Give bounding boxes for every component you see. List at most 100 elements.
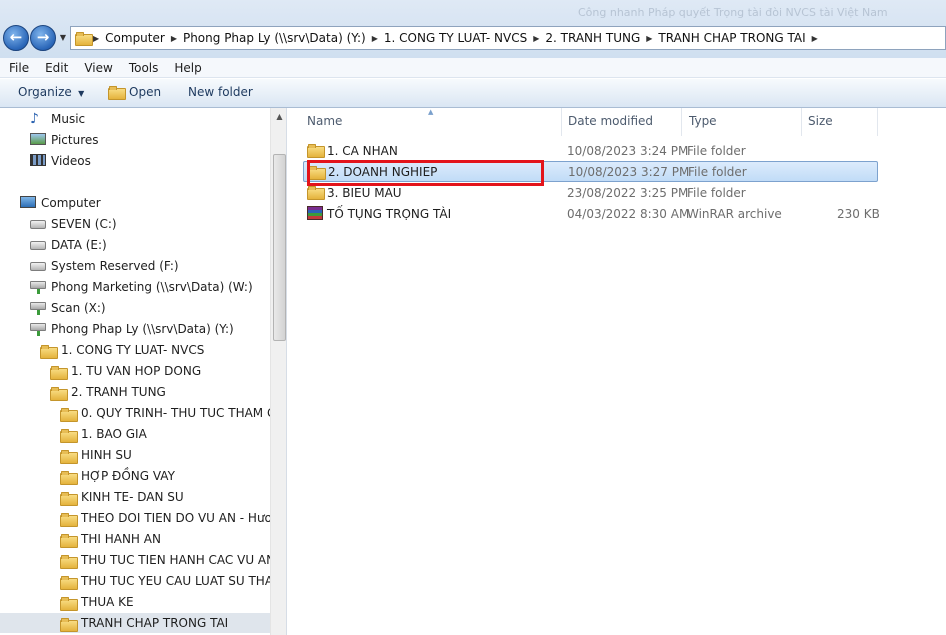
folder-icon: [60, 469, 78, 485]
nav-item[interactable]: DATA (E:): [30, 235, 107, 255]
nav-item[interactable]: THI HANH AN: [60, 529, 161, 549]
nav-item-label: 0. QUY TRINH- THU TUC THAM GIA: [81, 406, 287, 420]
recent-pages-button[interactable]: ▼: [58, 31, 68, 45]
network-drive-icon: [30, 322, 46, 336]
chevron-right-icon[interactable]: ▶: [169, 34, 179, 43]
nav-item[interactable]: TRANH CHAP TRONG TAI: [0, 613, 270, 633]
nav-item-label: THU TUC TIEN HANH CAC VU AN D: [81, 553, 287, 567]
nav-item-label: DATA (E:): [51, 238, 107, 252]
nav-item[interactable]: 0. QUY TRINH- THU TUC THAM GIA: [60, 403, 287, 423]
column-header-type[interactable]: Type: [689, 114, 717, 128]
nav-item[interactable]: System Reserved (F:): [30, 256, 179, 276]
nav-item[interactable]: ♪ Music: [30, 109, 85, 129]
nav-scrollbar[interactable]: ▲: [270, 108, 286, 635]
chevron-right-icon[interactable]: ▶: [644, 34, 654, 43]
window-title: Công nhanh Pháp quyết Trọng tài đòi NVCS…: [578, 6, 888, 19]
nav-item[interactable]: Computer: [20, 193, 101, 213]
nav-item[interactable]: THU TUC TIEN HANH CAC VU AN D: [60, 550, 287, 570]
folder-icon: [60, 427, 78, 443]
organize-button[interactable]: Organize ▼: [18, 85, 84, 99]
winrar-archive-icon: [307, 206, 323, 220]
nav-item-label: Scan (X:): [51, 301, 106, 315]
navigation-pane: ♪ Music Pictures Videos Computer SEVEN (C:) DA…: [0, 108, 287, 635]
folder-icon: [60, 574, 78, 590]
nav-item-label: KINH TE- DAN SU: [81, 490, 184, 504]
nav-item[interactable]: KINH TE- DAN SU: [60, 487, 184, 507]
menu-file[interactable]: File: [0, 61, 36, 75]
nav-item[interactable]: 1. CONG TY LUAT- NVCS: [40, 340, 204, 360]
folder-icon: [50, 364, 68, 380]
nav-item[interactable]: Scan (X:): [30, 298, 106, 318]
nav-item-label: 1. TU VAN HOP DONG: [71, 364, 202, 378]
open-label: Open: [129, 85, 162, 99]
nav-item[interactable]: Phong Phap Ly (\\srv\Data) (Y:): [30, 319, 234, 339]
menu-help[interactable]: Help: [165, 61, 208, 75]
nav-item[interactable]: 2. TRANH TUNG: [50, 382, 166, 402]
file-date: 10/08/2023 3:27 PM: [568, 164, 690, 179]
scroll-thumb[interactable]: [273, 154, 286, 341]
drive-icon: [30, 238, 46, 252]
nav-item[interactable]: HỢP ĐỒNG VAY: [60, 466, 175, 486]
folder-icon: [50, 385, 68, 401]
menu-tools[interactable]: Tools: [120, 61, 166, 75]
column-divider[interactable]: [561, 108, 562, 136]
address-bar[interactable]: ▶ Computer ▶ Phong Phap Ly (\\srv\Data) …: [70, 26, 946, 50]
file-row[interactable]: TỐ TỤNG TRỌNG TÀI 04/03/2022 8:30 AM WinRA…: [303, 203, 880, 224]
drive-icon: [30, 259, 46, 273]
file-type: File folder: [687, 143, 746, 158]
command-bar: Organize ▼ Open New folder: [0, 79, 946, 108]
new-folder-button[interactable]: New folder: [188, 85, 253, 99]
column-header-size[interactable]: Size: [808, 114, 833, 128]
nav-item-label: THU TUC YEU CAU LUAT SU THAM: [81, 574, 284, 588]
open-button[interactable]: Open: [108, 85, 162, 100]
forward-button[interactable]: →: [30, 25, 56, 51]
chevron-right-icon[interactable]: ▶: [370, 34, 380, 43]
chevron-down-icon: ▼: [59, 33, 67, 42]
nav-item[interactable]: HINH SU: [60, 445, 132, 465]
folder-icon: [60, 616, 78, 632]
scroll-up-icon[interactable]: ▲: [271, 108, 286, 125]
nav-item[interactable]: Phong Marketing (\\srv\Data) (W:): [30, 277, 253, 297]
nav-item[interactable]: THUA KE: [60, 592, 134, 612]
nav-item-label: 1. BAO GIA: [81, 427, 147, 441]
breadcrumb-tranh-chap-trong-tai[interactable]: TRANH CHAP TRONG TAI: [654, 31, 809, 45]
nav-item[interactable]: SEVEN (C:): [30, 214, 117, 234]
folder-icon: [60, 532, 78, 548]
nav-item-label: 1. CONG TY LUAT- NVCS: [61, 343, 205, 357]
column-header-name[interactable]: Name: [307, 114, 342, 128]
file-date: 10/08/2023 3:24 PM: [567, 143, 689, 158]
folder-icon: [75, 32, 93, 46]
chevron-right-icon[interactable]: ▶: [810, 34, 820, 43]
breadcrumb-phong-phap-ly[interactable]: Phong Phap Ly (\\srv\Data) (Y:): [179, 31, 370, 45]
folder-icon: [60, 553, 78, 569]
organize-label: Organize: [18, 85, 72, 99]
breadcrumb-tranh-tung[interactable]: 2. TRANH TUNG: [541, 31, 644, 45]
menu-edit[interactable]: Edit: [36, 61, 75, 75]
nav-item[interactable]: Videos: [30, 151, 91, 171]
menu-view[interactable]: View: [75, 61, 119, 75]
highlight-annotation: [307, 160, 544, 186]
back-button[interactable]: ←: [3, 25, 29, 51]
breadcrumb-computer[interactable]: Computer: [101, 31, 169, 45]
network-drive-icon: [30, 280, 46, 294]
folder-icon: [307, 186, 325, 200]
nav-item-label: THEO DOI TIEN DO VU AN - Hương: [81, 511, 287, 525]
column-header-date[interactable]: Date modified: [568, 114, 653, 128]
nav-item[interactable]: 1. TU VAN HOP DONG: [50, 361, 201, 381]
column-divider[interactable]: [877, 108, 878, 136]
nav-item-label: Computer: [41, 196, 101, 210]
folder-icon: [60, 406, 78, 422]
breadcrumb-cong-ty-luat[interactable]: 1. CONG TY LUAT- NVCS: [380, 31, 531, 45]
nav-item[interactable]: THU TUC YEU CAU LUAT SU THAM: [60, 571, 283, 591]
file-type: File folder: [687, 185, 746, 200]
column-divider[interactable]: [681, 108, 682, 136]
folder-icon: [60, 490, 78, 506]
nav-item[interactable]: 1. BAO GIA: [60, 424, 147, 444]
column-divider[interactable]: [801, 108, 802, 136]
chevron-right-icon[interactable]: ▶: [531, 34, 541, 43]
sort-ascending-icon: ▲: [428, 108, 434, 116]
chevron-down-icon: ▼: [75, 89, 85, 98]
nav-item[interactable]: Pictures: [30, 130, 99, 150]
nav-item[interactable]: THEO DOI TIEN DO VU AN - Hương: [60, 508, 287, 528]
file-row[interactable]: 1. CA NHAN 10/08/2023 3:24 PM File folder: [303, 140, 878, 161]
